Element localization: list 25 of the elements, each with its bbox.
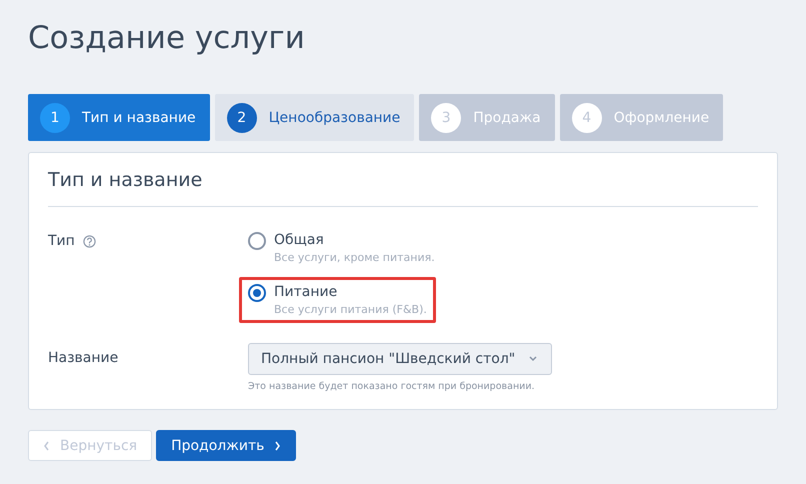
- name-select[interactable]: Полный пансион "Шведский стол": [248, 343, 552, 375]
- option-label: Общая: [274, 232, 325, 248]
- radio-option[interactable]: Общая Все услуги, кроме питания.: [239, 225, 444, 271]
- radio-button[interactable]: [248, 232, 266, 250]
- step-number: 2: [226, 102, 257, 132]
- step-tab[interactable]: 2 Ценообразование: [214, 94, 414, 141]
- step-number: 3: [431, 102, 462, 132]
- help-icon[interactable]: [82, 234, 96, 248]
- field-hint: Это название будет показано гостям при бронировании.: [248, 381, 536, 392]
- option-hint: Все услуги питания (F&B).: [274, 303, 427, 316]
- chevron-right-icon: [273, 440, 282, 450]
- option-label: Питание: [274, 284, 338, 300]
- field-label: Название: [48, 350, 118, 366]
- option-hint: Все услуги, кроме питания.: [274, 251, 435, 264]
- card-title: Тип и название: [48, 153, 758, 207]
- continue-button[interactable]: Продолжить: [156, 430, 296, 461]
- highlight-frame[interactable]: Питание Все услуги питания (F&B).: [239, 277, 436, 323]
- field-label: Тип: [48, 233, 75, 249]
- chevron-left-icon: [43, 440, 51, 450]
- radio-button[interactable]: [248, 284, 266, 302]
- step-number: 1: [40, 102, 70, 132]
- page-title: Создание услуги: [28, 19, 306, 58]
- step-number: 4: [572, 102, 602, 132]
- chevron-down-icon: [529, 354, 538, 364]
- step-tab[interactable]: 1 Тип и название: [28, 94, 210, 141]
